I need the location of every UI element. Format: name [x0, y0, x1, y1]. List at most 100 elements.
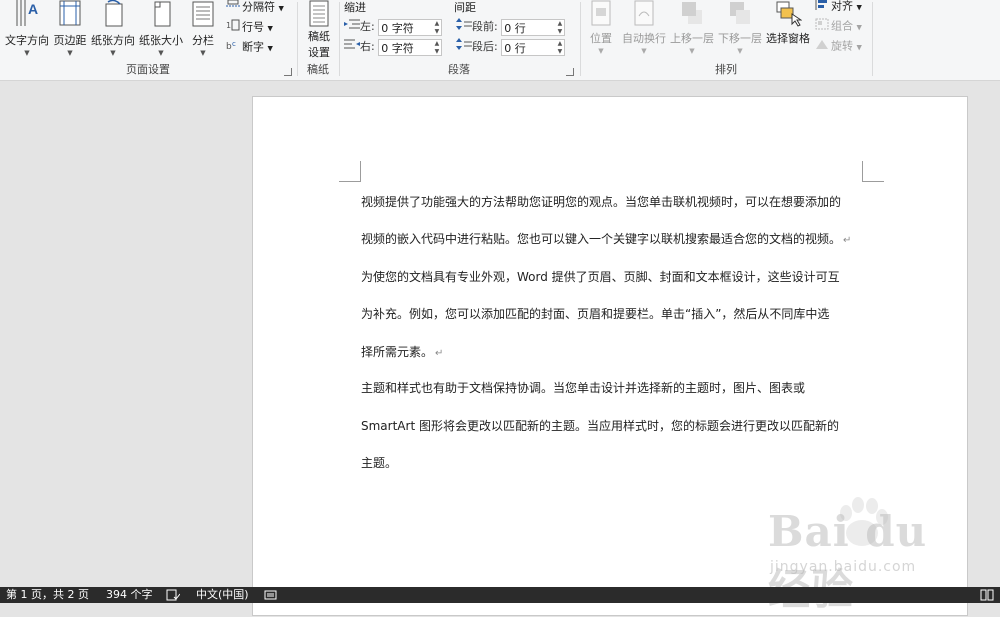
spacing-header: 间距: [454, 1, 476, 14]
read-mode-icon[interactable]: [980, 589, 994, 606]
page-size-icon: [154, 1, 171, 27]
baidu-jingyan-watermark: Bai du 经验 jingyan.baidu.com: [762, 493, 982, 614]
columns-label: 分栏: [192, 34, 214, 47]
spin-arrows-icon[interactable]: ▲ ▼: [435, 20, 440, 36]
chevron-down-icon: ▼: [641, 47, 647, 55]
wrap-text-icon: [634, 0, 654, 26]
margins-icon: [59, 0, 81, 26]
spacing-after-label: 段后:: [472, 40, 498, 53]
columns-button[interactable]: 分栏 ▼: [188, 0, 218, 57]
spacing-before-icon: [456, 17, 472, 37]
paragraph-dialog-launcher[interactable]: [566, 68, 574, 76]
spacing-before-row: 段前: 0 行 ▲ ▼: [456, 17, 566, 37]
send-backward-button[interactable]: 下移一层 ▼: [717, 0, 763, 55]
rotate-icon: [815, 38, 829, 55]
chevron-down-icon: ▼: [24, 49, 30, 57]
wrap-text-label: 自动换行: [622, 32, 666, 45]
breaks-button[interactable]: 分隔符 ▼: [226, 0, 284, 15]
send-backward-icon: [730, 2, 750, 24]
line-numbers-icon: 1: [226, 19, 240, 36]
margin-corner-top-right: [862, 161, 884, 182]
proofing-icon[interactable]: [166, 589, 181, 606]
text-line: 择所需元素。 ↵: [361, 345, 444, 359]
margins-button[interactable]: 页边距 ▼: [52, 0, 88, 57]
position-icon: [591, 0, 611, 26]
spacing-after-icon: [456, 37, 472, 57]
position-button[interactable]: 位置 ▼: [585, 0, 617, 55]
indent-left-row: 左: 0 字符 ▲ ▼: [344, 17, 443, 37]
orientation-label: 纸张方向: [91, 34, 135, 47]
bring-forward-label: 上移一层: [670, 32, 714, 45]
spin-arrows-icon[interactable]: ▲ ▼: [558, 20, 563, 36]
rotate-button[interactable]: 旋转 ▼: [815, 38, 862, 54]
text-line: SmartArt 图形将会更改以匹配新的主题。当应用样式时，您的标题会进行更改以…: [361, 419, 839, 433]
chevron-down-icon: ▼: [598, 47, 604, 55]
document-body[interactable]: 视频提供了功能强大的方法帮助您证明您的观点。当您单击联机视频时，可以在想要添加的…: [361, 193, 866, 483]
manuscript-group-label: 稿纸: [307, 63, 329, 76]
manuscript-settings-button[interactable]: 稿纸 设置: [302, 0, 336, 60]
svg-text:c: c: [232, 40, 236, 48]
manuscript-settings-line1: 稿纸: [308, 30, 330, 43]
text-line: 主题和样式也有助于文档保持协调。当您单击设计并选择新的主题时，图片、图表或: [361, 381, 806, 395]
align-icon: [815, 0, 829, 15]
text-direction-button[interactable]: A 文字方向 ▼: [4, 0, 50, 57]
spacing-after-input[interactable]: 0 行 ▲ ▼: [501, 38, 566, 56]
line-numbers-label: 行号: [242, 20, 264, 34]
indent-right-input[interactable]: 0 字符 ▲ ▼: [378, 38, 443, 56]
spin-arrows-icon[interactable]: ▲ ▼: [558, 40, 563, 56]
chevron-down-icon: ▼: [856, 43, 862, 52]
line-numbers-button[interactable]: 1 行号 ▼: [226, 19, 273, 35]
position-label: 位置: [590, 32, 612, 45]
manuscript-paper-icon: [309, 0, 329, 27]
indent-left-value: 0 字符: [381, 21, 414, 35]
size-button[interactable]: 纸张大小 ▼: [138, 0, 184, 57]
chevron-down-icon: ▼: [67, 49, 73, 57]
spacing-after-row: 段后: 0 行 ▲ ▼: [456, 37, 566, 57]
selection-pane-button[interactable]: 选择窗格: [765, 0, 811, 46]
chevron-down-icon: ▼: [689, 47, 695, 55]
send-backward-label: 下移一层: [718, 32, 762, 45]
rotate-label: 旋转: [831, 39, 853, 53]
indent-right-label: 右:: [360, 40, 375, 53]
spacing-before-input[interactable]: 0 行 ▲ ▼: [501, 18, 566, 36]
paragraph-mark-icon: ↵: [435, 348, 444, 359]
page-setup-dialog-launcher[interactable]: [284, 68, 292, 76]
manuscript-group: 稿纸 设置 稿纸: [298, 0, 338, 80]
page-setup-group-label: 页面设置: [126, 63, 170, 76]
text-line: 为使您的文档具有专业外观，Word 提供了页眉、页脚、封面和文本框设计，这些设计…: [361, 270, 840, 284]
indent-right-icon: [344, 37, 360, 57]
spacing-after-value: 0 行: [504, 41, 526, 55]
hyphenation-icon: bc: [226, 39, 240, 56]
language[interactable]: 中文(中国): [196, 587, 249, 603]
align-label: 对齐: [831, 0, 853, 13]
hyphenation-button[interactable]: bc 断字 ▼: [226, 39, 273, 55]
arrange-group: 位置 ▼ 自动换行 ▼ 上移一层 ▼ 下移一层 ▼ 选择窗格 对齐 ▼ 组合 ▼…: [581, 0, 871, 80]
chevron-down-icon: ▼: [737, 47, 743, 55]
indent-left-input[interactable]: 0 字符 ▲ ▼: [378, 18, 443, 36]
ribbon: A 文字方向 ▼ 页边距 ▼ 纸张方向 ▼ 纸张大小 ▼ 分栏 ▼ 分隔符 ▼ …: [0, 0, 1000, 81]
page-count[interactable]: 第 1 页，共 2 页: [6, 587, 89, 603]
text-line: 为补充。例如，您可以添加匹配的封面、页眉和提要栏。单击“插入”，然后从不同库中选: [361, 307, 830, 321]
orientation-button[interactable]: 纸张方向 ▼: [90, 0, 136, 57]
arrange-group-label: 排列: [715, 63, 737, 76]
bring-forward-icon: [682, 2, 702, 24]
spacing-before-label: 段前:: [472, 20, 498, 33]
align-button[interactable]: 对齐 ▼: [815, 0, 862, 14]
breaks-label: 分隔符: [242, 0, 275, 14]
spacing-before-value: 0 行: [504, 21, 526, 35]
orientation-icon: [105, 0, 123, 27]
spin-arrows-icon[interactable]: ▲ ▼: [435, 40, 440, 56]
text-direction-icon: A: [16, 0, 38, 26]
bring-forward-button[interactable]: 上移一层 ▼: [669, 0, 715, 55]
indent-right-row: 右: 0 字符 ▲ ▼: [344, 37, 443, 57]
word-count[interactable]: 394 个字: [106, 587, 153, 603]
text-direction-label: 文字方向: [5, 34, 49, 47]
macro-record-icon[interactable]: [264, 589, 278, 606]
paragraph-group-label: 段落: [448, 63, 470, 76]
text-line: 视频提供了功能强大的方法帮助您证明您的观点。当您单击联机视频时，可以在想要添加的: [361, 195, 842, 209]
indent-left-label: 左:: [360, 20, 375, 33]
chevron-down-icon: ▼: [200, 49, 206, 57]
group-button[interactable]: 组合 ▼: [815, 18, 862, 34]
chevron-down-icon: ▼: [267, 24, 273, 33]
wrap-text-button[interactable]: 自动换行 ▼: [621, 0, 667, 55]
